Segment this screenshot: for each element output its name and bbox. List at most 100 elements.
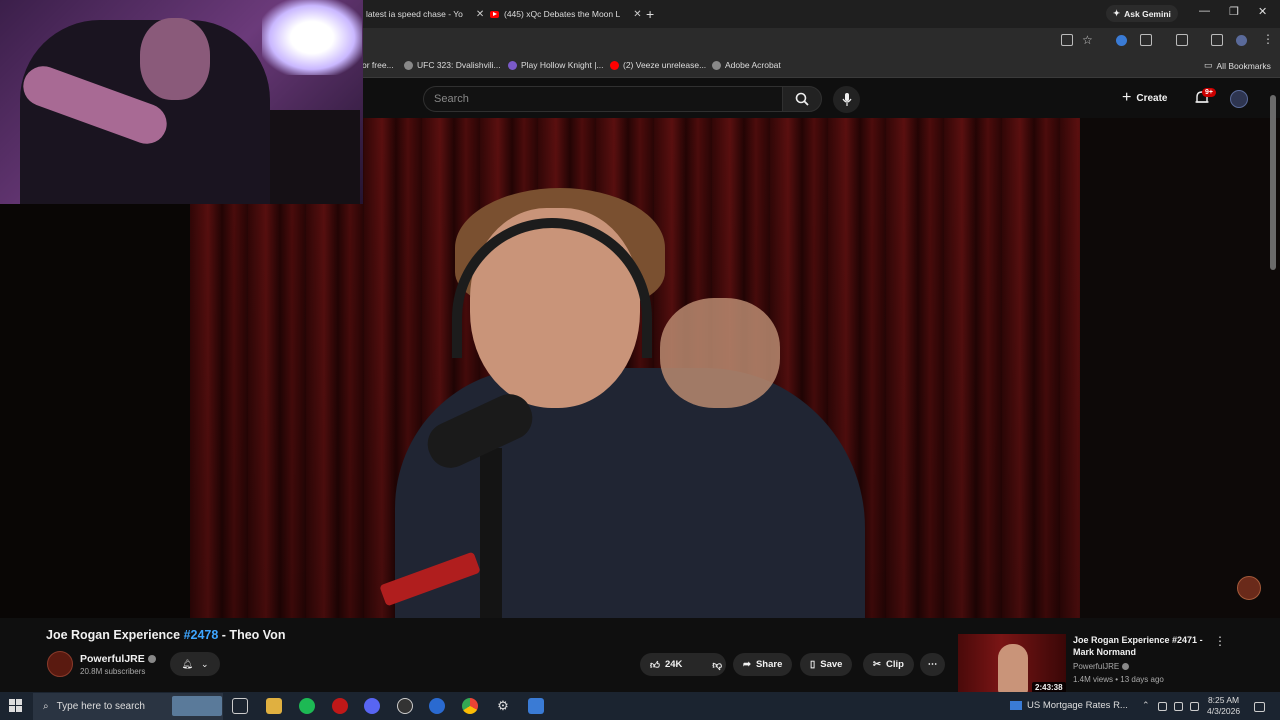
mic-arm <box>480 448 502 618</box>
install-app-icon[interactable] <box>1061 34 1073 46</box>
obs-icon[interactable] <box>397 698 413 714</box>
recommended-channel-name: PowerfulJRE <box>1073 662 1120 671</box>
bookmark-item[interactable]: or free... <box>362 60 394 70</box>
network-icon[interactable] <box>1158 702 1167 711</box>
channel-name: PowerfulJRE <box>80 653 145 665</box>
youtube-favicon-icon <box>610 60 619 70</box>
clip-button[interactable]: ✂ Clip <box>863 653 914 676</box>
channel-avatar[interactable] <box>47 651 73 677</box>
title-hashtag-link[interactable]: #2478 <box>184 628 219 642</box>
page-scrollbar[interactable] <box>1270 95 1276 270</box>
bookmark-item[interactable]: Play Hollow Knight |... <box>508 60 604 70</box>
minimize-button[interactable]: — <box>1199 5 1210 17</box>
chevron-down-icon: ⌄ <box>200 658 209 669</box>
scissors-icon: ✂ <box>873 659 881 670</box>
translate-icon[interactable] <box>1211 34 1223 46</box>
dark-background <box>1080 118 1280 618</box>
recommended-meta: 1.4M views • 13 days ago <box>1073 675 1164 684</box>
taskbar-search-placeholder: Type here to search <box>56 701 145 712</box>
notification-center-icon[interactable] <box>1254 702 1265 712</box>
streamer-face <box>140 18 210 100</box>
account-avatar[interactable] <box>1230 90 1248 108</box>
speaker-icon[interactable] <box>1174 702 1183 711</box>
profile-icon[interactable] <box>1236 35 1247 46</box>
app-blue-icon[interactable] <box>528 698 544 714</box>
save-label: Save <box>820 659 843 670</box>
verified-check-icon <box>1122 663 1130 670</box>
bookmark-label: or free... <box>362 60 394 70</box>
like-button[interactable]: 👍︎ 24K <box>640 653 692 676</box>
search-button[interactable] <box>782 86 822 112</box>
weather-widget-icon[interactable] <box>172 696 222 716</box>
clock-date: 4/3/2026 <box>1207 706 1241 716</box>
search-icon <box>795 92 809 106</box>
verified-check-icon <box>147 655 156 663</box>
create-label: Create <box>1136 92 1168 104</box>
microphone-icon <box>842 92 851 106</box>
chevron-up-icon[interactable]: ⌃ <box>1142 700 1150 711</box>
game-icon <box>508 60 517 70</box>
ccleaner-icon[interactable] <box>429 698 445 714</box>
bookmark-label: Adobe Acrobat <box>725 60 781 70</box>
guest-fist <box>660 298 780 408</box>
display-icon[interactable] <box>1190 702 1199 711</box>
close-icon[interactable]: ✕ <box>633 9 641 20</box>
guest-body <box>395 368 865 618</box>
recommended-channel[interactable]: PowerfulJRE <box>1073 662 1130 671</box>
file-explorer-icon[interactable] <box>266 698 282 714</box>
notification-count-badge: 9+ <box>1202 88 1216 97</box>
bookmark-star-icon[interactable]: ☆ <box>1082 33 1093 47</box>
extensions-puzzle-icon[interactable] <box>1140 34 1152 46</box>
channel-name-link[interactable]: PowerfulJRE <box>80 653 156 665</box>
subscription-bell-button[interactable]: 🔔︎ ⌄ <box>170 652 220 676</box>
taskbar-clock[interactable]: 8:25 AM 4/3/2026 <box>1207 695 1240 717</box>
bookmark-item[interactable]: (2) Veeze unrelease... <box>610 60 706 70</box>
menu-kebab-icon[interactable]: ⋮ <box>1262 32 1274 46</box>
more-vertical-icon[interactable]: ⋮ <box>1214 634 1226 648</box>
all-bookmarks-button[interactable]: ▭ All Bookmarks <box>1204 60 1271 71</box>
news-widget[interactable]: US Mortgage Rates R... <box>1010 700 1128 711</box>
task-view-icon[interactable] <box>232 698 248 714</box>
bookmark-label: (2) Veeze unrelease... <box>623 60 707 70</box>
bookmark-item[interactable]: UFC 323: Dvalishvili... <box>404 60 501 70</box>
extension-icon[interactable] <box>1116 35 1127 46</box>
settings-gear-icon[interactable]: ⚙ <box>495 698 511 714</box>
like-count: 24K <box>664 659 683 670</box>
bookmark-item[interactable]: Adobe Acrobat <box>712 60 781 70</box>
recommended-video-title[interactable]: Joe Rogan Experience #2471 - Mark Norman… <box>1073 634 1208 658</box>
video-title: Joe Rogan Experience #2478 - Theo Von <box>46 628 285 642</box>
close-icon[interactable]: ✕ <box>476 9 484 20</box>
share-arrow-icon: ➦ <box>743 659 751 670</box>
more-actions-button[interactable]: ⋯ <box>920 653 945 676</box>
thumbs-up-icon: 👍︎ <box>650 659 660 671</box>
bookmark-label: Play Hollow Knight |... <box>521 60 604 70</box>
chrome-icon[interactable] <box>462 698 478 714</box>
close-window-button[interactable]: ✕ <box>1258 5 1267 18</box>
title-suffix: - Theo Von <box>218 628 286 642</box>
clock-time: 8:25 AM <box>1207 695 1240 705</box>
all-bookmarks-label: All Bookmarks <box>1216 60 1271 71</box>
discord-icon[interactable] <box>364 698 380 714</box>
ask-gemini-button[interactable]: ✦ Ask Gemini <box>1106 5 1178 22</box>
tab-speed-chase[interactable]: latest ia speed chase - Yo ✕ <box>360 4 490 24</box>
sidebar-icon[interactable] <box>1176 34 1188 46</box>
tab-xqc-debate[interactable]: (445) xQc Debates the Moon L ✕ <box>484 4 648 24</box>
ask-gemini-label: Ask Gemini <box>1124 8 1171 19</box>
share-button[interactable]: ➦ Share <box>733 653 793 676</box>
restore-button[interactable]: ❐ <box>1229 5 1239 18</box>
search-input[interactable]: Search <box>423 86 782 112</box>
voice-search-button[interactable] <box>833 86 860 113</box>
dislike-button[interactable]: 👎︎ <box>702 653 732 676</box>
channel-watermark-icon[interactable] <box>1237 576 1261 600</box>
new-tab-button[interactable]: + <box>646 6 654 22</box>
globe-icon <box>712 60 721 70</box>
thumbs-down-icon: 👎︎ <box>712 659 723 671</box>
create-button[interactable]: + Create <box>1122 89 1167 107</box>
news-icon <box>1010 701 1022 710</box>
windows-start-icon[interactable] <box>9 699 22 712</box>
youtube-favicon-icon <box>490 10 499 18</box>
app-red-icon[interactable] <box>332 698 348 714</box>
spotify-icon[interactable] <box>299 698 315 714</box>
share-label: Share <box>755 659 783 670</box>
save-button[interactable]: ▯ Save <box>800 653 853 676</box>
